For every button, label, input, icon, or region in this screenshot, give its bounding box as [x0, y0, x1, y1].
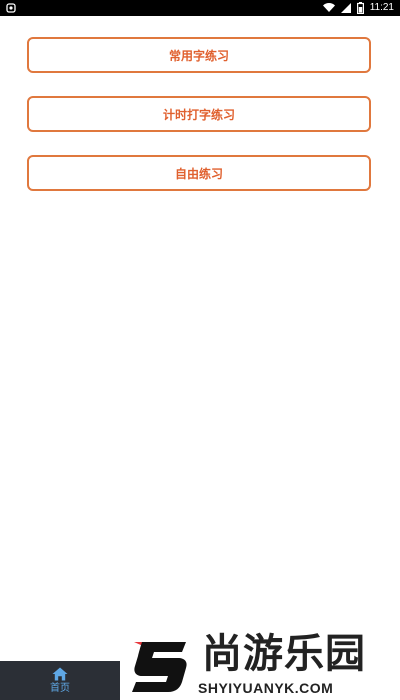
tab-home[interactable]: 首页 [0, 661, 120, 700]
button-label: 常用字练习 [168, 48, 229, 63]
signal-icon [340, 3, 351, 13]
notification-icon [6, 3, 16, 13]
timed-typing-practice-button[interactable]: 计时打字练习 [27, 96, 371, 132]
common-characters-practice-button[interactable]: 常用字练习 [27, 37, 371, 73]
status-bar: 11:21 [0, 0, 400, 16]
watermark-chinese-text: 尚游乐园 [202, 631, 366, 677]
watermark-url-text: SHYIYUANYK.COM [198, 680, 334, 696]
button-label: 计时打字练习 [162, 107, 235, 122]
wifi-icon [322, 3, 335, 13]
status-right-group: 11:21 [322, 0, 394, 16]
watermark-logo: 尚游乐园 SHYIYUANYK.COM [120, 628, 400, 700]
battery-icon [356, 2, 364, 14]
free-practice-button[interactable]: 自由练习 [27, 155, 371, 191]
tab-home-label: 首页 [50, 682, 70, 694]
status-time: 11:21 [369, 2, 394, 13]
home-icon [52, 667, 68, 680]
logo-s-icon [132, 642, 187, 692]
button-label: 自由练习 [174, 166, 223, 181]
